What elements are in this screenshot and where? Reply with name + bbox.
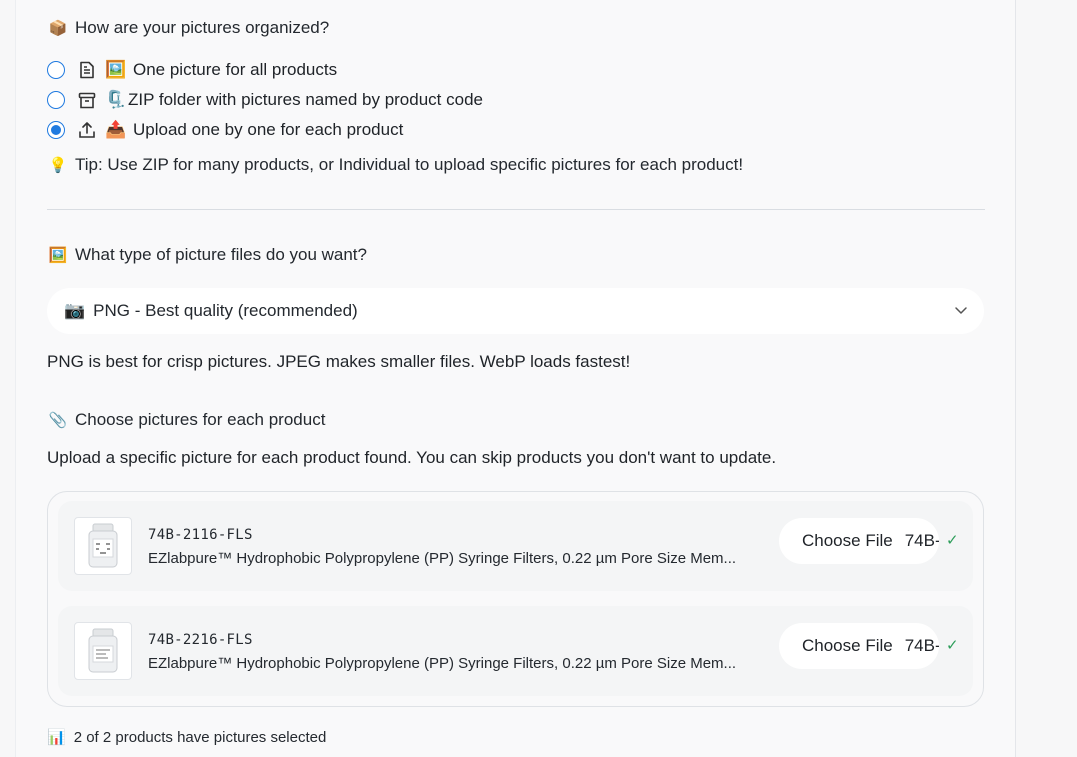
product-code: 74B-2116-FLS [148, 527, 253, 543]
chevron-down-icon [954, 302, 968, 322]
clamp-icon: 🗜️ [105, 90, 127, 109]
choose-file-button[interactable]: Choose File 74B-2216-FLS.png [779, 623, 939, 669]
archive-icon [77, 90, 97, 110]
picture-icon: 🖼️ [105, 60, 127, 79]
document-icon [77, 60, 97, 80]
picture-icon: 🖼️ [48, 247, 68, 264]
filetype-select[interactable]: 📷 PNG - Best quality (recommended) [47, 288, 984, 334]
filetype-selected: PNG - Best quality (recommended) [93, 301, 358, 320]
filetype-title: What type of picture files do you want? [75, 245, 367, 264]
radio-upload-each[interactable] [47, 121, 65, 139]
choose-file-button[interactable]: Choose File 74B-2116-FLS.png [779, 518, 939, 564]
product-thumbnail [74, 622, 132, 680]
choose-heading: 📎 Choose pictures for each product [48, 410, 326, 430]
option-upload-each[interactable]: 📤 Upload one by one for each product [47, 118, 403, 142]
package-icon: 📦 [48, 20, 68, 37]
option-one-picture[interactable]: 🖼️ One picture for all products [47, 58, 337, 82]
check-icon: ✓ [946, 532, 959, 549]
product-name: EZlabpure™ Hydrophobic Polypropylene (PP… [148, 550, 737, 567]
product-thumbnail [74, 517, 132, 575]
section-divider [47, 209, 985, 210]
selection-summary: 📊 2 of 2 products have pictures selected [47, 728, 327, 747]
summary-text: 2 of 2 products have pictures selected [73, 728, 327, 746]
product-row: 74B-2116-FLS EZlabpure™ Hydrophobic Poly… [58, 501, 973, 591]
check-icon: ✓ [946, 637, 959, 654]
option-label: ZIP folder with pictures named by produc… [128, 90, 483, 109]
tip-text: Tip: Use ZIP for many products, or Indiv… [75, 155, 744, 174]
choose-file-label: Choose File [802, 531, 893, 550]
organize-heading: 📦 How are your pictures organized? [48, 18, 330, 38]
selected-file-name: 74B-2216-FLS.png [904, 636, 939, 655]
organize-title: How are your pictures organized? [75, 18, 330, 37]
option-label: Upload one by one for each product [133, 120, 404, 139]
option-label: One picture for all products [133, 60, 338, 79]
radio-zip-folder[interactable] [47, 91, 65, 109]
bar-chart-icon: 📊 [47, 729, 66, 746]
lightbulb-icon: 💡 [48, 157, 68, 174]
upload-icon [77, 120, 97, 140]
choose-title: Choose pictures for each product [75, 410, 326, 429]
product-list: 74B-2116-FLS EZlabpure™ Hydrophobic Poly… [47, 491, 984, 707]
product-name: EZlabpure™ Hydrophobic Polypropylene (PP… [148, 655, 737, 672]
filetype-heading: 🖼️ What type of picture files do you wan… [49, 245, 367, 265]
product-row: 74B-2216-FLS EZlabpure™ Hydrophobic Poly… [58, 606, 973, 696]
outbox-icon: 📤 [105, 120, 127, 139]
filetype-hint: PNG is best for crisp pictures. JPEG mak… [47, 352, 631, 371]
choose-subtitle: Upload a specific picture for each produ… [47, 448, 777, 467]
option-zip-folder[interactable]: 🗜️ ZIP folder with pictures named by pro… [47, 88, 483, 112]
camera-icon: 📷 [64, 301, 86, 320]
tip: 💡 Tip: Use ZIP for many products, or Ind… [49, 155, 743, 175]
product-code: 74B-2216-FLS [148, 632, 253, 648]
settings-panel: 📦 How are your pictures organized? 🖼️ On… [15, 0, 1016, 757]
choose-file-label: Choose File [802, 636, 893, 655]
selected-file-name: 74B-2116-FLS.png [904, 531, 939, 550]
paperclip-icon: 📎 [48, 412, 68, 429]
radio-one-picture[interactable] [47, 61, 65, 79]
